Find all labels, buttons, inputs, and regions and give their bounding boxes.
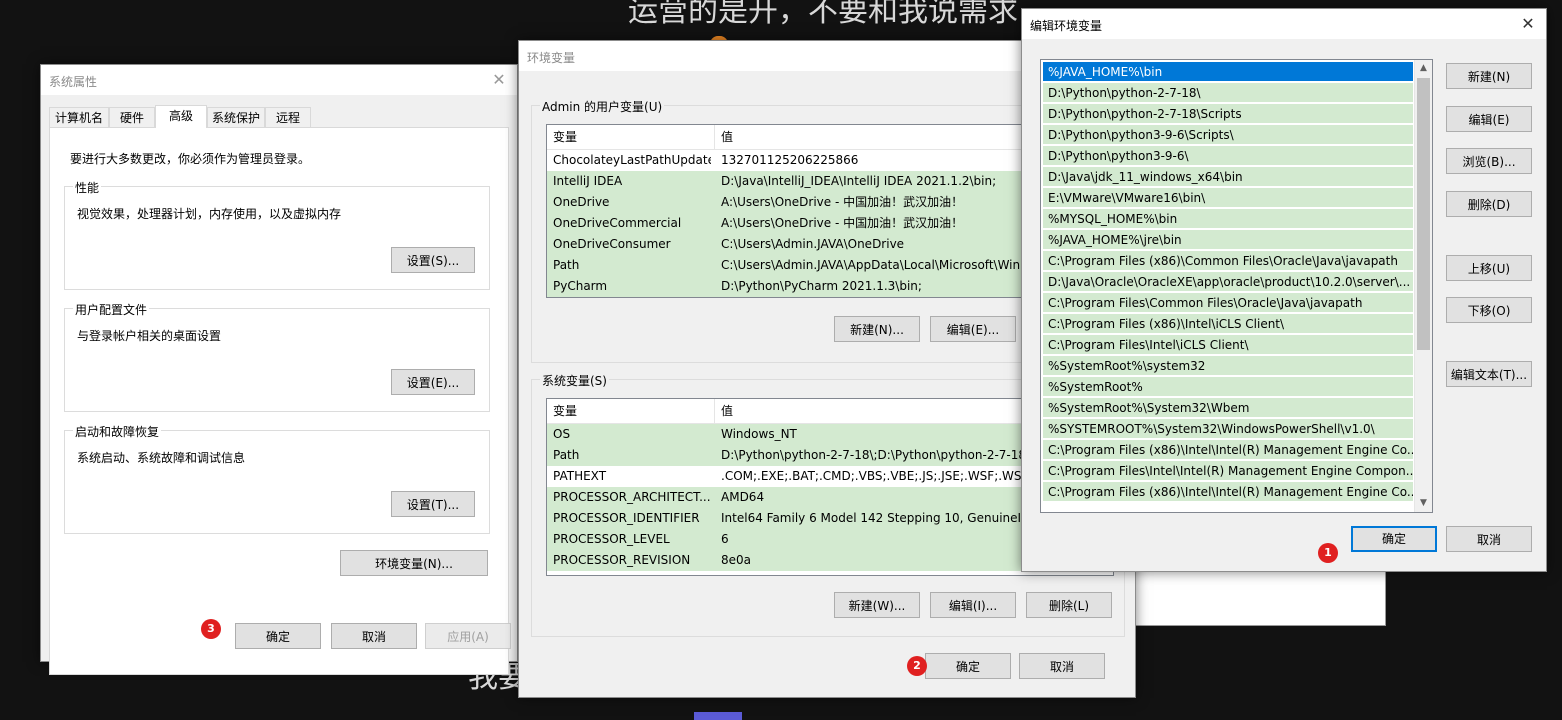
system-properties-title: 系统属性 xyxy=(49,75,98,89)
path-entry[interactable]: D:\Python\python3-9-6\Scripts\ xyxy=(1043,125,1413,145)
tab-system-protection[interactable]: 系统保护 xyxy=(207,107,265,127)
background-top-text: 运营的是开，不要和我说需求 xyxy=(628,0,1018,29)
path-entries-list[interactable]: %JAVA_HOME%\bin D:\Python\python-2-7-18\ D… xyxy=(1040,59,1433,513)
user-profile-group: 用户配置文件 与登录帐户相关的桌面设置 设置(E)... xyxy=(64,301,490,412)
path-new-button[interactable]: 新建(N) xyxy=(1446,63,1532,89)
path-entry[interactable]: C:\Program Files\Common Files\Oracle\Jav… xyxy=(1043,293,1413,313)
system-edit-button[interactable]: 编辑(I)... xyxy=(930,592,1016,618)
variable-name: OS xyxy=(553,427,571,441)
variable-name: PATHEXT xyxy=(553,469,607,483)
path-entry[interactable]: C:\Program Files\Intel\Intel(R) Manageme… xyxy=(1043,461,1413,481)
edit-env-ok-button[interactable]: 确定 xyxy=(1351,526,1437,552)
environment-variables-button[interactable]: 环境变量(N)... xyxy=(340,550,488,576)
system-properties-ok-button[interactable]: 确定 xyxy=(235,623,321,649)
path-entry[interactable]: C:\Program Files\Intel\iCLS Client\ xyxy=(1043,335,1413,355)
path-entry[interactable]: D:\Python\python3-9-6\ xyxy=(1043,146,1413,166)
path-move-down-button[interactable]: 下移(O) xyxy=(1446,297,1532,323)
startup-recovery-settings-button[interactable]: 设置(T)... xyxy=(391,491,475,517)
variable-name: ChocolateyLastPathUpdate xyxy=(553,153,711,167)
path-browse-button[interactable]: 浏览(B)... xyxy=(1446,148,1532,174)
path-edit-text-button[interactable]: 编辑文本(T)... xyxy=(1446,361,1532,387)
variable-name: PROCESSOR_IDENTIFIER xyxy=(553,511,700,525)
variable-name: OneDriveCommercial xyxy=(553,216,682,230)
startup-recovery-desc: 系统启动、系统故障和调试信息 xyxy=(77,451,246,465)
user-variables-label: Admin 的用户变量(U) xyxy=(540,98,665,115)
system-properties-window: 系统属性 ✕ 计算机名 硬件 高级 系统保护 远程 要进行大多数更改，你必须作为… xyxy=(40,64,518,675)
path-entry[interactable]: C:\Program Files (x86)\Intel\iCLS Client… xyxy=(1043,314,1413,334)
variable-name: OneDrive xyxy=(553,195,610,209)
system-new-button[interactable]: 新建(W)... xyxy=(834,592,920,618)
startup-recovery-group: 启动和故障恢复 系统启动、系统故障和调试信息 设置(T)... xyxy=(64,423,490,534)
path-entry[interactable]: D:\Java\jdk_11_windows_x64\bin xyxy=(1043,167,1413,187)
step-badge-2: 2 xyxy=(907,656,927,676)
path-entry[interactable]: %SystemRoot%\System32\Wbem xyxy=(1043,398,1413,418)
user-profile-settings-button[interactable]: 设置(E)... xyxy=(391,369,475,395)
environment-variables-title: 环境变量 xyxy=(527,51,576,65)
path-edit-button[interactable]: 编辑(E) xyxy=(1446,106,1532,132)
path-entry[interactable]: %SystemRoot%\system32 xyxy=(1043,356,1413,376)
performance-desc: 视觉效果，处理器计划，内存使用，以及虚拟内存 xyxy=(77,207,342,221)
variable-name: Path xyxy=(553,258,580,272)
edit-environment-variable-window: 编辑环境变量 ✕ %JAVA_HOME%\bin D:\Python\python… xyxy=(1021,8,1547,572)
path-entry[interactable]: D:\Java\Oracle\OracleXE\app\oracle\produ… xyxy=(1043,272,1413,292)
variable-name: PyCharm xyxy=(553,279,608,293)
path-entry[interactable]: %JAVA_HOME%\jre\bin xyxy=(1043,230,1413,250)
path-entry[interactable]: %JAVA_HOME%\bin xyxy=(1043,62,1413,82)
path-entry[interactable]: C:\Program Files (x86)\Intel\Intel(R) Ma… xyxy=(1043,440,1413,460)
system-properties-apply-button[interactable]: 应用(A) xyxy=(425,623,511,649)
path-entry[interactable]: D:\Python\python-2-7-18\Scripts xyxy=(1043,104,1413,124)
tab-hardware[interactable]: 硬件 xyxy=(109,107,155,127)
variable-name: OneDriveConsumer xyxy=(553,237,671,251)
close-icon[interactable]: ✕ xyxy=(489,70,509,90)
column-variable[interactable]: 变量 xyxy=(547,399,715,423)
close-icon[interactable]: ✕ xyxy=(1518,14,1538,34)
performance-label: 性能 xyxy=(73,179,102,196)
step-badge-3: 3 xyxy=(201,619,221,639)
user-profile-desc: 与登录帐户相关的桌面设置 xyxy=(77,329,222,343)
variable-name: Path xyxy=(553,448,580,462)
path-delete-button[interactable]: 删除(D) xyxy=(1446,191,1532,217)
path-list-scrollbar[interactable]: ▲ ▼ xyxy=(1414,60,1432,512)
path-entry[interactable]: %SystemRoot% xyxy=(1043,377,1413,397)
background-purple-block xyxy=(694,712,742,720)
variable-name: PROCESSOR_LEVEL xyxy=(553,532,670,546)
environment-variables-cancel-button[interactable]: 取消 xyxy=(1019,653,1105,679)
path-move-up-button[interactable]: 上移(U) xyxy=(1446,255,1532,281)
performance-group: 性能 视觉效果，处理器计划，内存使用，以及虚拟内存 设置(S)... xyxy=(64,179,490,290)
variable-name: PROCESSOR_ARCHITECT... xyxy=(553,490,711,504)
tab-remote[interactable]: 远程 xyxy=(265,107,311,127)
tab-computer-name[interactable]: 计算机名 xyxy=(49,107,109,127)
edit-environment-variable-titlebar[interactable]: 编辑环境变量 ✕ xyxy=(1022,9,1546,39)
user-profile-label: 用户配置文件 xyxy=(73,301,150,318)
path-entry[interactable]: C:\Program Files (x86)\Intel\Intel(R) Ma… xyxy=(1043,482,1413,502)
performance-settings-button[interactable]: 设置(S)... xyxy=(391,247,475,273)
user-new-button[interactable]: 新建(N)... xyxy=(834,316,920,342)
system-properties-titlebar[interactable]: 系统属性 ✕ xyxy=(41,65,517,95)
startup-recovery-label: 启动和故障恢复 xyxy=(73,423,162,440)
path-entry[interactable]: E:\VMware\VMware16\bin\ xyxy=(1043,188,1413,208)
tab-advanced[interactable]: 高级 xyxy=(155,105,207,128)
step-badge-1: 1 xyxy=(1318,543,1338,563)
path-entry[interactable]: C:\Program Files (x86)\Common Files\Orac… xyxy=(1043,251,1413,271)
variable-name: IntelliJ IDEA xyxy=(553,174,623,188)
system-properties-cancel-button[interactable]: 取消 xyxy=(331,623,417,649)
scroll-down-icon[interactable]: ▼ xyxy=(1415,495,1432,512)
path-entry[interactable]: D:\Python\python-2-7-18\ xyxy=(1043,83,1413,103)
background-white-panel xyxy=(1134,568,1386,626)
environment-variables-ok-button[interactable]: 确定 xyxy=(925,653,1011,679)
edit-environment-variable-title: 编辑环境变量 xyxy=(1030,19,1103,33)
path-entry[interactable]: %MYSQL_HOME%\bin xyxy=(1043,209,1413,229)
scroll-up-icon[interactable]: ▲ xyxy=(1415,60,1432,77)
edit-env-cancel-button[interactable]: 取消 xyxy=(1446,526,1532,552)
scrollbar-thumb[interactable] xyxy=(1417,78,1430,350)
system-variables-label: 系统变量(S) xyxy=(540,372,609,389)
admin-note: 要进行大多数更改，你必须作为管理员登录。 xyxy=(70,152,311,166)
user-edit-button[interactable]: 编辑(E)... xyxy=(930,316,1016,342)
system-delete-button[interactable]: 删除(L) xyxy=(1026,592,1112,618)
column-variable[interactable]: 变量 xyxy=(547,125,715,149)
advanced-tab-panel: 要进行大多数更改，你必须作为管理员登录。 性能 视觉效果，处理器计划，内存使用，… xyxy=(49,127,509,675)
path-entry[interactable]: %SYSTEMROOT%\System32\WindowsPowerShell\… xyxy=(1043,419,1413,439)
variable-name: PROCESSOR_REVISION xyxy=(553,553,691,567)
